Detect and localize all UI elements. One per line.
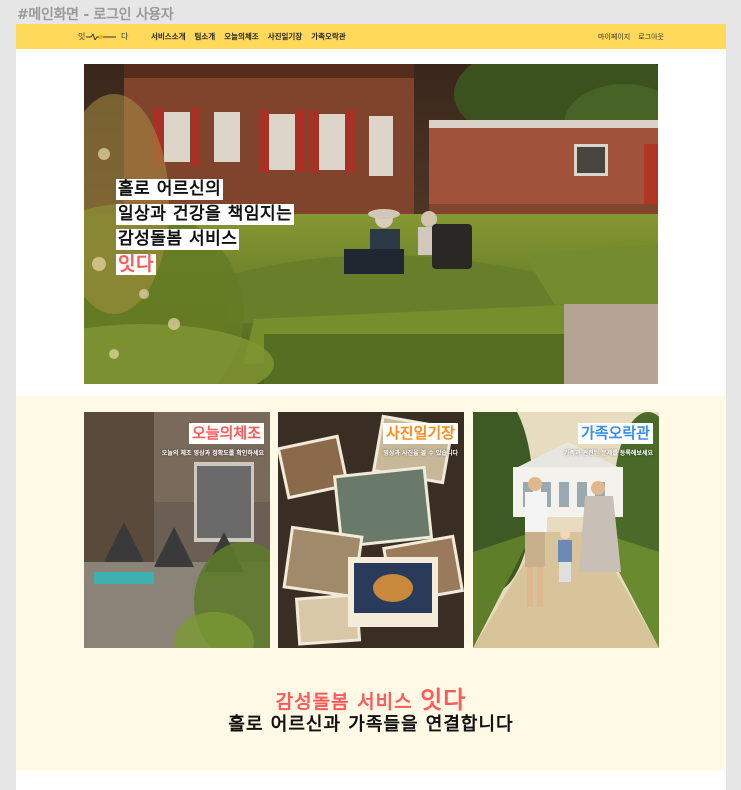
top-navbar: 잇 다 서비스소개 팀소개 오늘의체조 사진일기장 가족오락관 마이페이지 로그… — [16, 24, 726, 49]
hero-banner: 홀로 어르신의 일상과 건강을 책임지는 감성돌봄 서비스 잇다 — [84, 64, 658, 384]
card-photo-diary[interactable]: 사진일기장 영상과 사진을 볼 수 있습니다 — [278, 412, 464, 648]
hero-brand: 잇다 — [116, 253, 156, 275]
card-title-exercise: 오늘의체조 — [188, 423, 264, 444]
logo-mark-icon — [86, 34, 116, 40]
card-title-photo: 사진일기장 — [382, 423, 458, 444]
nav-item-daily-exercise[interactable]: 오늘의체조 — [224, 31, 259, 42]
main-page: 잇 다 서비스소개 팀소개 오늘의체조 사진일기장 가족오락관 마이페이지 로그… — [16, 24, 726, 790]
mypage-link[interactable]: 마이페이지 — [598, 32, 630, 42]
logo[interactable]: 잇 다 — [78, 30, 130, 44]
frame-title: #메인화면 - 로그인 사용자 — [17, 7, 174, 23]
card-subtitle-exercise: 오늘의 체조 영상과 정확도를 확인하세요 — [161, 450, 264, 457]
logo-text-left: 잇 — [78, 32, 86, 41]
hero-headline: 홀로 어르신의 일상과 건강을 책임지는 감성돌봄 서비스 잇다 — [116, 179, 295, 279]
nav-item-service-intro[interactable]: 서비스소개 — [151, 31, 186, 42]
logout-link[interactable]: 로그아웃 — [638, 32, 664, 42]
nav-user-menu: 마이페이지 로그아웃 — [590, 24, 664, 49]
logo-text-right: 다 — [121, 32, 129, 41]
nav-item-family-game[interactable]: 가족오락관 — [311, 31, 346, 42]
hero-line-3: 감성돌봄 서비스 — [116, 229, 240, 250]
hero-line-1: 홀로 어르신의 — [116, 179, 224, 200]
hero-line-2: 일상과 건강을 책임지는 — [116, 204, 295, 225]
card-subtitle-family: 가족과 관련된 문제를 등록해보세요 — [563, 450, 653, 457]
nav-item-photo-diary[interactable]: 사진일기장 — [268, 31, 303, 42]
tagline-subline: 홀로 어르신과 가족들을 연결합니다 — [228, 714, 514, 735]
card-subtitle-photo: 영상과 사진을 볼 수 있습니다 — [383, 450, 458, 457]
nav-item-team-intro[interactable]: 팀소개 — [195, 31, 216, 42]
nav-menu: 서비스소개 팀소개 오늘의체조 사진일기장 가족오락관 — [151, 24, 355, 49]
card-daily-exercise[interactable]: 오늘의체조 오늘의 체조 영상과 정확도를 확인하세요 — [84, 412, 270, 648]
services-section: 오늘의체조 오늘의 체조 영상과 정확도를 확인하세요 사진일기장 영상과 사진… — [16, 396, 726, 771]
card-family-game[interactable]: 가족오락관 가족과 관련된 문제를 등록해보세요 — [473, 412, 659, 648]
card-title-family: 가족오락관 — [577, 423, 653, 444]
